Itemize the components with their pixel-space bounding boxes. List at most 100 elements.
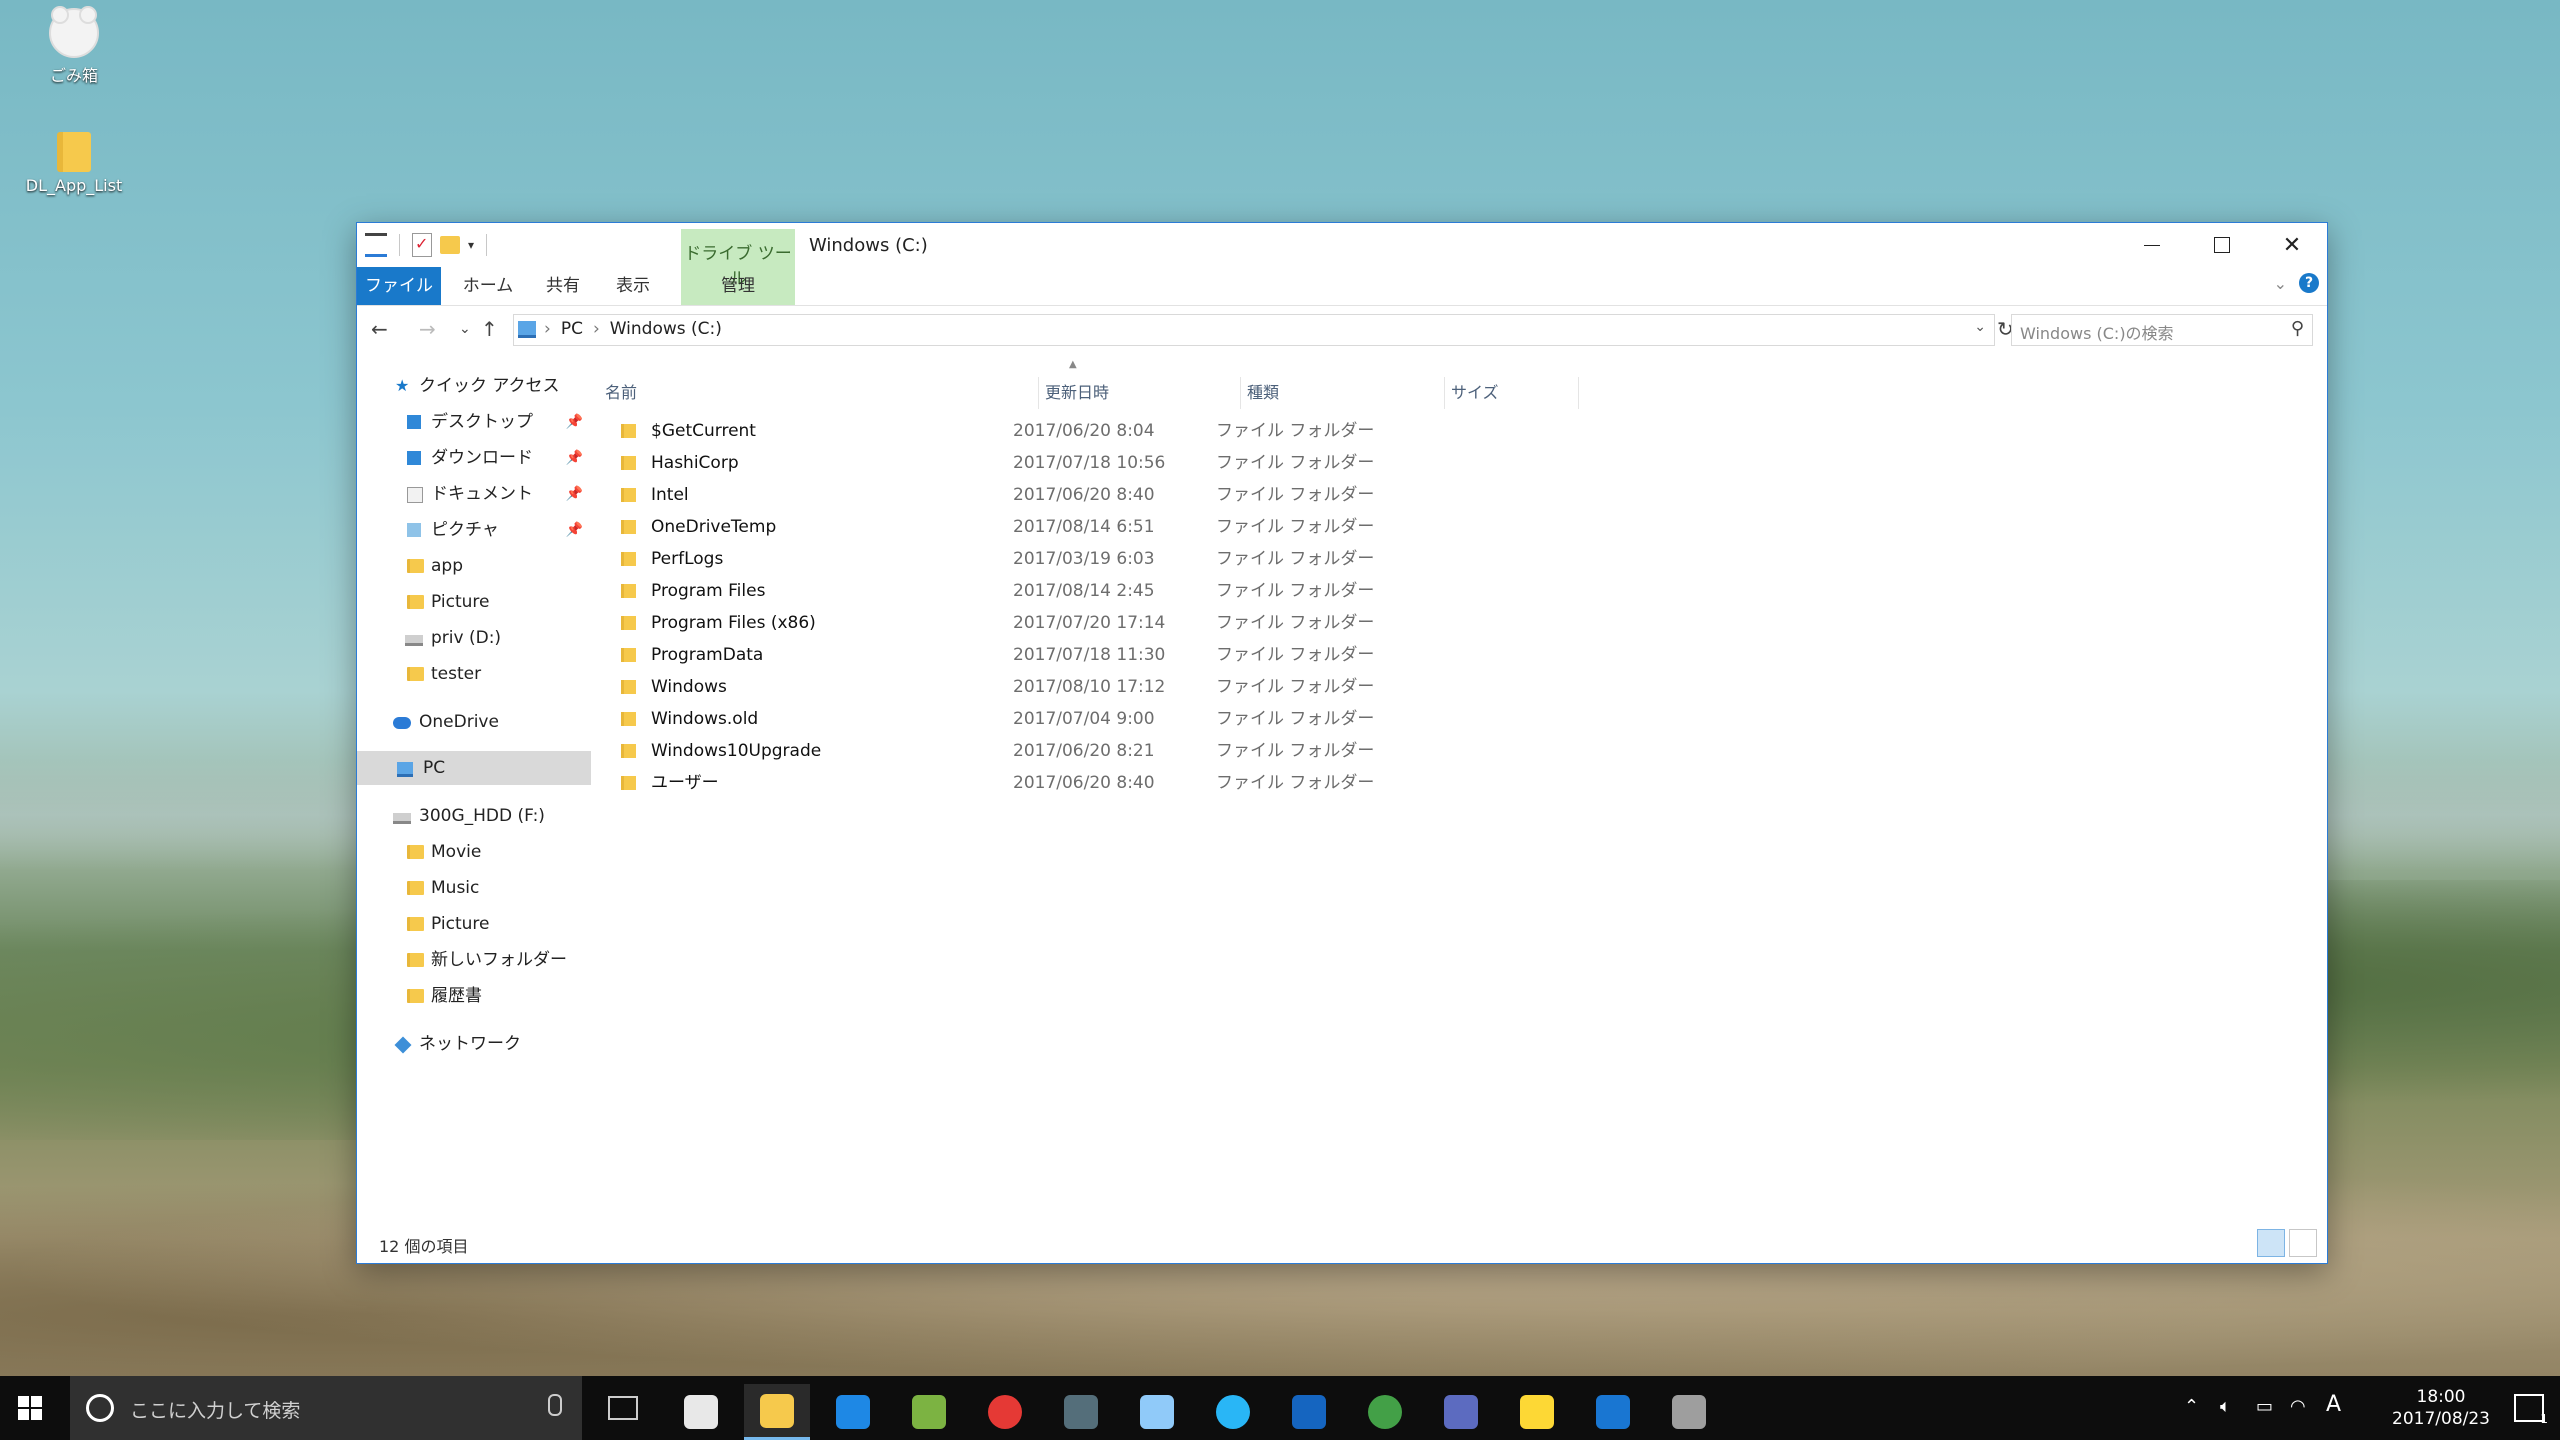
tab-home[interactable]: ホーム	[453, 267, 523, 305]
battery-icon[interactable]: ▭	[2256, 1396, 2273, 1417]
large-icons-view-button[interactable]	[2289, 1229, 2317, 1257]
file-row[interactable]: PerfLogs 2017/03/19 6:03 ファイル フォルダー	[599, 543, 1799, 575]
taskbar-app-mail[interactable]	[668, 1384, 734, 1440]
customize-toolbar-icon[interactable]: ▾	[468, 238, 474, 252]
nav-hdd-drive[interactable]: 300G_HDD (F:)	[357, 799, 591, 833]
details-view-button[interactable]	[2257, 1229, 2285, 1257]
nav-item-priv-drive[interactable]: priv (D:)	[357, 621, 591, 655]
file-row[interactable]: ユーザー 2017/06/20 8:40 ファイル フォルダー	[599, 767, 1799, 799]
nav-item-desktop[interactable]: デスクトップ 📌	[357, 405, 591, 439]
volume-icon[interactable]: 🔈︎	[2220, 1396, 2231, 1417]
pin-icon[interactable]: 📌	[566, 477, 583, 511]
file-type: ファイル フォルダー	[1216, 677, 1375, 697]
address-dropdown-icon[interactable]: ⌄	[1974, 319, 1986, 335]
file-type: ファイル フォルダー	[1216, 453, 1375, 473]
nav-item-pictures[interactable]: ピクチャ 📌	[357, 513, 591, 547]
tab-manage[interactable]: 管理	[681, 267, 795, 305]
taskbar-app-chrome[interactable]	[972, 1384, 1038, 1440]
file-date: 2017/08/14 2:45	[1013, 581, 1155, 601]
address-bar-row: ← → ⌄ ↑ › PC › Windows (C:) ⌄ ↻ Windows …	[357, 305, 2327, 355]
taskbar-app-remote-desktop[interactable]	[1048, 1384, 1114, 1440]
show-hidden-icons-icon[interactable]: ⌃	[2184, 1396, 2199, 1417]
file-name: Program Files (x86)	[651, 613, 816, 633]
taskbar-app-powershell[interactable]	[1276, 1384, 1342, 1440]
forward-arrow-icon[interactable]: →	[419, 317, 436, 341]
pin-icon[interactable]: 📌	[566, 513, 583, 547]
file-type: ファイル フォルダー	[1216, 709, 1375, 729]
taskbar-search-placeholder: ここに入力して検索	[130, 1400, 301, 1422]
taskbar-app-notepad[interactable]	[1124, 1384, 1190, 1440]
nav-onedrive[interactable]: OneDrive	[357, 705, 591, 739]
nav-pc[interactable]: PC	[357, 751, 591, 785]
taskbar-app-globe[interactable]	[1200, 1384, 1266, 1440]
breadcrumb-drive[interactable]: Windows (C:)	[610, 319, 722, 339]
taskbar-app-android-studio[interactable]	[896, 1384, 962, 1440]
file-row[interactable]: Windows10Upgrade 2017/06/20 8:21 ファイル フォルダ…	[599, 735, 1799, 767]
nav-item-picture-hdd[interactable]: Picture	[357, 907, 591, 941]
ime-mode[interactable]: A	[2326, 1392, 2341, 1417]
nav-quick-access[interactable]: ★ クイック アクセス	[357, 369, 591, 403]
nav-item-documents[interactable]: ドキュメント 📌	[357, 477, 591, 511]
windows-start-button[interactable]	[18, 1396, 42, 1420]
search-icon[interactable]: ⚲	[2291, 318, 2304, 339]
breadcrumb-separator: ›	[544, 319, 551, 339]
close-button[interactable]: ✕	[2257, 223, 2327, 267]
column-header-type[interactable]: 種類	[1241, 377, 1445, 409]
taskbar-app-file-explorer[interactable]	[744, 1384, 810, 1440]
taskbar-app-database[interactable]	[1656, 1384, 1722, 1440]
taskbar-app-window-app[interactable]	[1580, 1384, 1646, 1440]
file-row[interactable]: Windows 2017/08/10 17:12 ファイル フォルダー	[599, 671, 1799, 703]
desktop-icon-dl-app-list[interactable]: DL_App_List	[14, 132, 134, 195]
nav-item-tester[interactable]: tester	[357, 657, 591, 691]
help-icon[interactable]: ?	[2299, 273, 2319, 293]
pin-icon[interactable]: 📌	[566, 405, 583, 439]
up-arrow-icon[interactable]: ↑	[481, 317, 498, 341]
file-row[interactable]: $GetCurrent 2017/06/20 8:04 ファイル フォルダー	[599, 415, 1799, 447]
column-header-name[interactable]: 名前	[599, 377, 1039, 409]
recent-locations-chevron-icon[interactable]: ⌄	[459, 321, 471, 337]
breadcrumb-pc[interactable]: PC	[561, 319, 583, 339]
onedrive-cloud-icon	[393, 717, 411, 729]
file-row[interactable]: Intel 2017/06/20 8:40 ファイル フォルダー	[599, 479, 1799, 511]
address-bar[interactable]: › PC › Windows (C:) ⌄	[513, 314, 1995, 346]
nav-item-new-folder[interactable]: 新しいフォルダー	[357, 943, 591, 977]
task-view-icon[interactable]	[608, 1396, 638, 1420]
folder-icon	[621, 456, 636, 470]
pin-icon[interactable]: 📌	[566, 441, 583, 475]
properties-check-icon[interactable]	[412, 233, 432, 257]
back-arrow-icon[interactable]: ←	[371, 317, 388, 341]
file-row[interactable]: OneDriveTemp 2017/08/14 6:51 ファイル フォルダー	[599, 511, 1799, 543]
nav-item-movie[interactable]: Movie	[357, 835, 591, 869]
maximize-button[interactable]	[2187, 223, 2257, 267]
nav-item-music[interactable]: Music	[357, 871, 591, 905]
taskbar-app-edge[interactable]	[820, 1384, 886, 1440]
desktop-icon-recycle-bin[interactable]: ごみ箱	[14, 6, 134, 86]
nav-item-downloads[interactable]: ダウンロード 📌	[357, 441, 591, 475]
file-row[interactable]: Program Files (x86) 2017/07/20 17:14 ファイル …	[599, 607, 1799, 639]
new-folder-icon[interactable]	[440, 236, 460, 254]
clock[interactable]: 18:00 2017/08/23	[2392, 1386, 2490, 1430]
expand-ribbon-icon[interactable]: ⌄	[2274, 274, 2287, 293]
minimize-button[interactable]	[2117, 223, 2187, 267]
taskbar-app-duck[interactable]	[1504, 1384, 1570, 1440]
column-header-date[interactable]: 更新日時	[1039, 377, 1241, 409]
tab-file[interactable]: ファイル	[357, 267, 441, 305]
nav-item-picture[interactable]: Picture	[357, 585, 591, 619]
taskbar-app-atom[interactable]	[1352, 1384, 1418, 1440]
search-box[interactable]: Windows (C:)の検索 ⚲	[2011, 314, 2313, 346]
file-row[interactable]: Program Files 2017/08/14 2:45 ファイル フォルダー	[599, 575, 1799, 607]
file-row[interactable]: HashiCorp 2017/07/18 10:56 ファイル フォルダー	[599, 447, 1799, 479]
network-wifi-icon[interactable]: ◠	[2290, 1396, 2306, 1417]
properties-icon[interactable]	[365, 233, 387, 257]
taskbar-app-network-tool[interactable]	[1428, 1384, 1494, 1440]
column-header-size[interactable]: サイズ	[1445, 377, 1579, 409]
nav-item-resume[interactable]: 履歴書	[357, 979, 591, 1013]
file-row[interactable]: ProgramData 2017/07/18 11:30 ファイル フォルダー	[599, 639, 1799, 671]
tab-view[interactable]: 表示	[603, 267, 663, 305]
nav-item-app[interactable]: app	[357, 549, 591, 583]
taskbar-search-box[interactable]: ここに入力して検索	[70, 1376, 582, 1440]
file-row[interactable]: Windows.old 2017/07/04 9:00 ファイル フォルダー	[599, 703, 1799, 735]
nav-network[interactable]: ネットワーク	[357, 1027, 591, 1061]
microphone-icon[interactable]	[548, 1394, 562, 1416]
tab-share[interactable]: 共有	[533, 267, 593, 305]
